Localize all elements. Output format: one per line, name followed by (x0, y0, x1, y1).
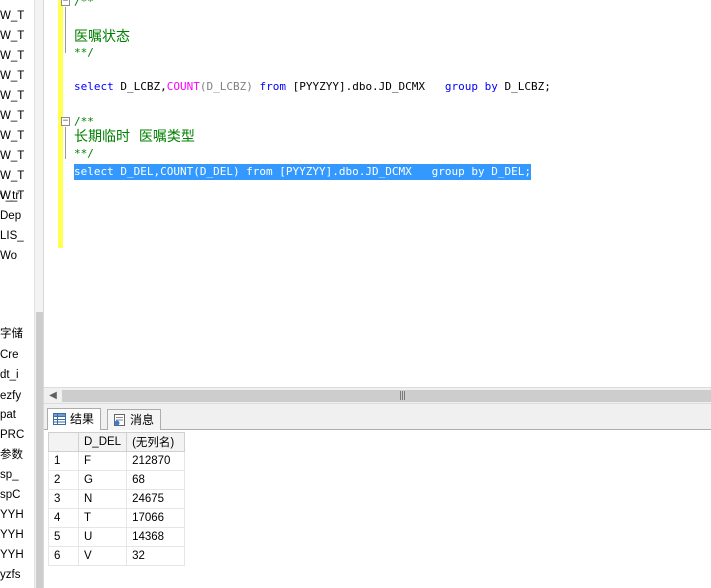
grid-cell[interactable]: 14368 (126, 527, 186, 547)
table-row: 2 G 68 (48, 470, 186, 490)
grid-cell[interactable]: 212870 (126, 451, 186, 471)
column-header[interactable]: (无列名) (126, 432, 186, 452)
results-grid: D_DEL (无列名) 1 F 212870 2 G 68 3 N 24675 … (48, 432, 186, 566)
explorer-item[interactable]: Wo (0, 246, 17, 266)
row-number[interactable]: 1 (48, 451, 79, 471)
explorer-item[interactable]: v_tr (0, 186, 19, 206)
explorer-scrollbar[interactable] (34, 0, 43, 588)
explorer-item[interactable]: W_T (0, 26, 24, 46)
grid-cell[interactable]: 17066 (126, 508, 186, 528)
explorer-item[interactable]: pat (0, 405, 16, 425)
explorer-item[interactable]: sp_ (0, 465, 19, 485)
explorer-item[interactable]: Cre (0, 345, 19, 365)
collapse-icon[interactable]: − (61, 117, 70, 126)
grid-cell[interactable]: F (77, 451, 128, 471)
grid-cell[interactable]: G (77, 470, 128, 490)
scroll-grip-icon: ||| (399, 391, 406, 401)
explorer-item[interactable]: spC (0, 485, 20, 505)
keyword: select (74, 80, 114, 93)
grid-cell[interactable]: V (77, 546, 128, 566)
column-header[interactable]: D_DEL (77, 432, 128, 452)
keyword: from (252, 80, 286, 93)
explorer-item[interactable]: W_T (0, 166, 24, 186)
explorer-item[interactable]: LIS_ (0, 226, 24, 246)
table-name: [PYYZYY].dbo.JD_DCMX (285, 80, 426, 93)
query-editor[interactable]: − − /** 医嘱状态 **/ select D_LCBZ,COUNT(D_L… (44, 0, 711, 387)
table-row: 4 T 17066 (48, 508, 186, 528)
explorer-item[interactable]: W_T (0, 46, 24, 66)
explorer-item[interactable]: YYH (0, 525, 24, 545)
explorer-item[interactable]: yzfs (0, 565, 20, 585)
tab-results[interactable]: 结果 (47, 408, 102, 430)
explorer-item[interactable]: YYH (0, 505, 24, 525)
explorer-item[interactable]: W_T (0, 146, 24, 166)
message-icon (114, 414, 125, 426)
tab-label: 消息 (130, 413, 155, 427)
function-args: (D_LCBZ) (199, 80, 253, 93)
grid-icon (53, 413, 66, 425)
grid-cell[interactable]: T (77, 508, 128, 528)
grid-cell[interactable]: 68 (126, 470, 186, 490)
comment-text: 长期临时 医嘱类型 (74, 129, 195, 145)
row-number[interactable]: 3 (48, 489, 79, 509)
explorer-item[interactable]: Dep (0, 206, 21, 226)
row-number[interactable]: 5 (48, 527, 79, 547)
scroll-left-icon[interactable]: ◀ (46, 390, 60, 402)
selected-query-line[interactable]: select D_DEL,COUNT(D_DEL) from [PYYZYY].… (74, 164, 531, 180)
explorer-item[interactable]: W_T (0, 66, 24, 86)
header-row: D_DEL (无列名) (48, 432, 186, 452)
explorer-item[interactable]: PRC (0, 425, 24, 445)
tab-messages[interactable]: 消息 (107, 409, 162, 430)
keyword: group by (425, 80, 498, 93)
table-row: 1 F 212870 (48, 451, 186, 471)
identifier: D_LCBZ, (113, 80, 167, 93)
explorer-item[interactable]: W_T (0, 126, 24, 146)
results-tabs: 结果 消息 (44, 404, 711, 430)
row-number[interactable]: 2 (48, 470, 79, 490)
grid-cell[interactable]: 24675 (126, 489, 186, 509)
explorer-scroll-thumb[interactable] (36, 312, 43, 588)
explorer-item[interactable]: 参数 (0, 445, 23, 465)
table-row: 6 V 32 (48, 546, 186, 566)
grid-cell[interactable]: N (77, 489, 128, 509)
collapse-icon[interactable]: − (61, 0, 70, 6)
function-name: COUNT (166, 80, 200, 93)
object-explorer: W_T W_T W_T W_T W_T W_T W_T W_T W_T W_T … (0, 0, 44, 588)
comment-text: 医嘱状态 (74, 29, 130, 45)
grid-cell[interactable]: U (77, 527, 128, 547)
grid-corner[interactable] (48, 432, 79, 452)
scroll-thumb[interactable] (62, 390, 711, 402)
explorer-item[interactable]: YYH (0, 545, 24, 565)
fold-guide (65, 7, 66, 53)
explorer-item[interactable]: W_T (0, 6, 24, 26)
table-row: 3 N 24675 (48, 489, 186, 509)
editor-horizontal-scrollbar[interactable]: ◀ ||| (44, 387, 711, 404)
explorer-item[interactable]: dt_i (0, 365, 19, 385)
fold-guide (65, 127, 66, 159)
identifier: D_LCBZ; (497, 80, 551, 93)
explorer-item[interactable]: 字储 (0, 324, 23, 344)
query-line-1[interactable]: select D_LCBZ,COUNT(D_LCBZ) from [PYYZYY… (74, 79, 551, 95)
row-number[interactable]: 4 (48, 508, 79, 528)
explorer-item[interactable]: W_T (0, 86, 24, 106)
comment-close: **/ (74, 46, 94, 59)
row-number[interactable]: 6 (48, 546, 79, 566)
tab-label: 结果 (70, 412, 95, 426)
comment-close: **/ (74, 147, 94, 160)
table-row: 5 U 14368 (48, 527, 186, 547)
grid-cell[interactable]: 32 (126, 546, 186, 566)
explorer-item[interactable]: W_T (0, 106, 24, 126)
comment-open: /** (74, 0, 94, 8)
results-pane: 结果 消息 D_DEL (无列名) 1 F 212870 2 G 68 3 N … (44, 404, 711, 588)
explorer-item[interactable]: ezfy (0, 386, 21, 406)
